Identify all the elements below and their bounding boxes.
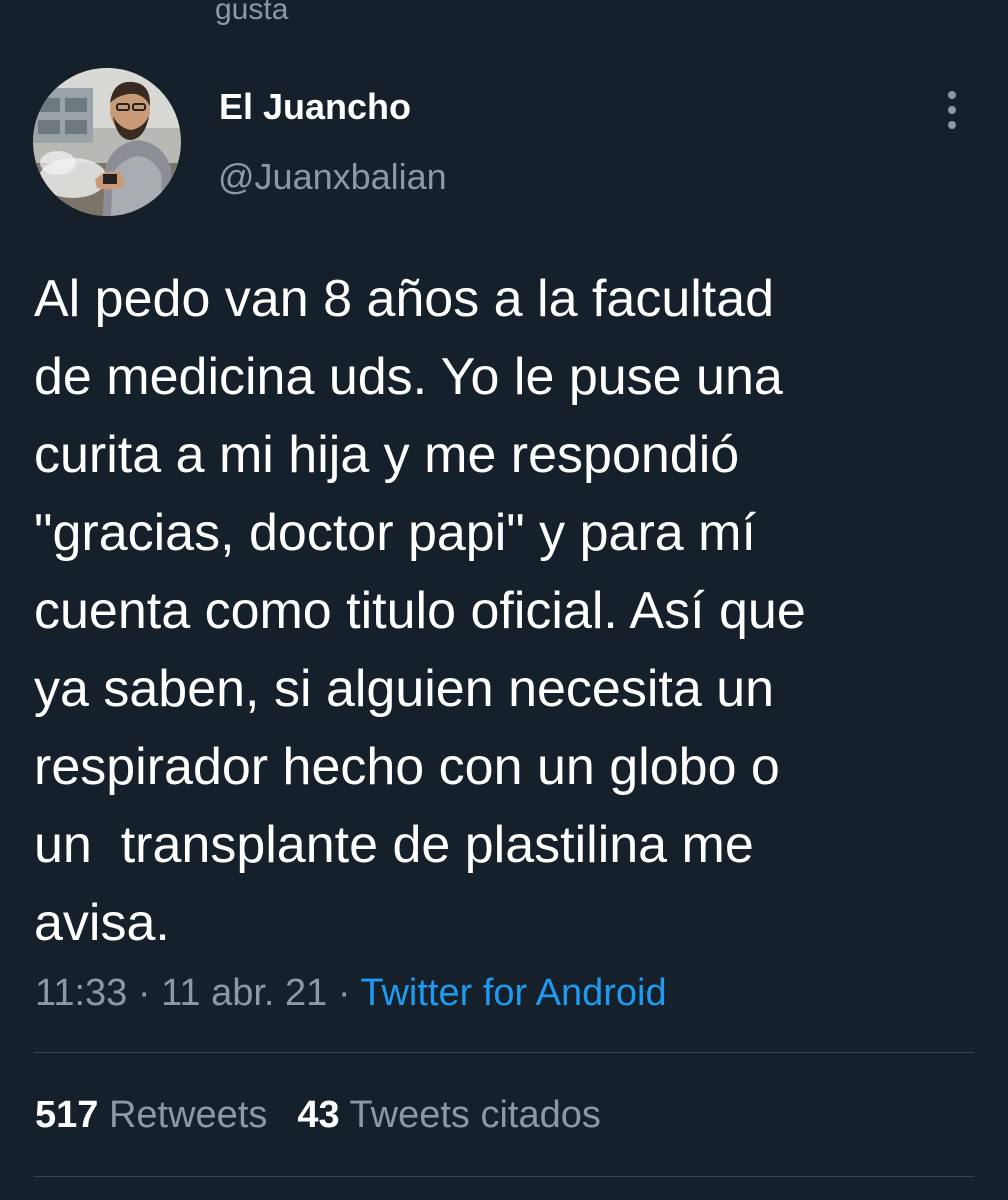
divider — [34, 1176, 974, 1177]
meta-separator: · — [137, 972, 151, 1014]
tweet-source-link[interactable]: Twitter for Android — [360, 972, 666, 1014]
tweet-time: 11:33 — [35, 972, 128, 1014]
tweet-text: Al pedo van 8 años a la facultad de medi… — [34, 270, 806, 952]
more-options-button[interactable] — [935, 88, 969, 132]
divider — [34, 1052, 974, 1053]
retweets-stat[interactable]: 517 Retweets — [35, 1094, 267, 1136]
quote-tweets-count: 43 — [297, 1094, 340, 1136]
tweet-stats: 517 Retweets 43 Tweets citados — [35, 1090, 601, 1140]
tweet-date: 11 abr. 21 — [161, 972, 328, 1014]
meta-separator: · — [337, 972, 351, 1014]
quote-tweets-stat[interactable]: 43 Tweets citados — [297, 1094, 601, 1136]
retweets-label: Retweets — [108, 1094, 268, 1136]
display-name[interactable]: El Juancho — [219, 84, 411, 130]
quote-tweets-label: Tweets citados — [349, 1094, 601, 1136]
more-vertical-icon — [948, 91, 956, 99]
more-vertical-icon — [948, 106, 956, 114]
retweets-count: 517 — [35, 1094, 99, 1136]
more-vertical-icon — [948, 121, 956, 129]
tweet-meta: 11:33 · 11 abr. 21 · Twitter for Android — [35, 968, 667, 1018]
avatar[interactable] — [33, 68, 181, 216]
user-handle[interactable]: @Juanxbalian — [218, 154, 447, 200]
user-avatar-icon — [33, 68, 181, 216]
context-text: gusta — [215, 0, 289, 26]
